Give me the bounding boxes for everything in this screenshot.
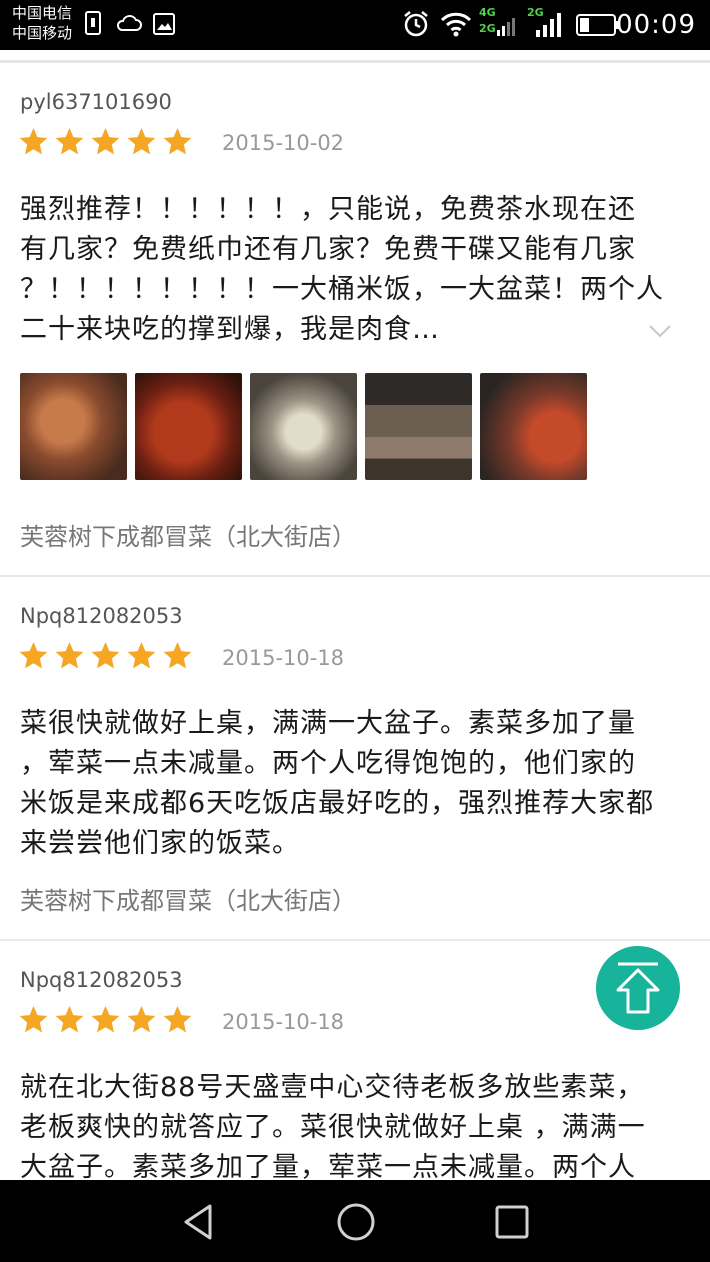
- network-2g-label-a: 2G: [479, 22, 496, 35]
- shop-name[interactable]: 芙蓉树下成都冒菜（北大街店）: [20, 881, 356, 916]
- clock: 00:09: [616, 10, 696, 40]
- review-divider: [0, 939, 710, 941]
- review-text[interactable]: 就在北大街88号天盛壹中心交待老板多放些素菜， 老板爽快的就答应了。菜很快就做好…: [20, 1068, 688, 1188]
- review-text-line: 菜很快就做好上桌，满满一大盆子。素菜多加了量: [20, 708, 636, 739]
- review-username[interactable]: pyl637101690: [20, 90, 172, 114]
- star-icon: [163, 1005, 192, 1033]
- top-divider: [0, 60, 710, 63]
- dish-photo-5[interactable]: [480, 373, 587, 480]
- dish-photo-2[interactable]: [135, 373, 242, 480]
- image-icon: [153, 13, 175, 35]
- chevron-down-icon[interactable]: [648, 323, 672, 339]
- home-circle-icon[interactable]: [336, 1202, 376, 1242]
- star-rating: [18, 1004, 193, 1035]
- back-triangle-icon[interactable]: [180, 1202, 216, 1242]
- navigation-bar: [0, 1180, 710, 1262]
- review-text[interactable]: 菜很快就做好上桌，满满一大盆子。素菜多加了量 ，荤菜一点未减量。两个人吃得饱饱的…: [20, 704, 688, 864]
- star-icon: [91, 1005, 120, 1033]
- star-rating: [18, 640, 193, 671]
- star-icon: [91, 127, 120, 155]
- alarm-icon: [404, 11, 428, 37]
- signal-icon-sim2: [536, 13, 561, 37]
- star-icon: [19, 1005, 48, 1033]
- review-text-line: 老板爽快的就答应了。菜很快就做好上桌 ，满满一: [20, 1112, 646, 1143]
- dish-photo-1[interactable]: [20, 373, 127, 480]
- review-text-line: 就在北大街88号天盛壹中心交待老板多放些素菜，: [20, 1072, 645, 1103]
- review-text-line: ，荤菜一点未减量。两个人吃得饱饱的，他们家的: [20, 748, 636, 779]
- review-text[interactable]: 强烈推荐！！！！！！，只能说，免费茶水现在还 有几家？免费纸巾还有几家？免费干碟…: [20, 190, 688, 350]
- carrier-2: 中国移动: [12, 24, 73, 42]
- shop-name[interactable]: 芙蓉树下成都冒菜（北大街店）: [20, 517, 356, 552]
- star-icon: [163, 127, 192, 155]
- scroll-to-top-icon: [616, 962, 660, 1014]
- dish-photo-4[interactable]: [365, 373, 472, 480]
- review-text-line: 二十来块吃的撑到爆，我是肉食…: [20, 314, 440, 345]
- network-4g-label: 4G: [479, 6, 496, 19]
- review-text-line: ？！！！！！！！！一大桶米饭，一大盆菜！两个人: [20, 274, 664, 305]
- review-date: 2015-10-18: [222, 1010, 345, 1034]
- wifi-icon: [440, 12, 472, 37]
- review-photos: [20, 373, 587, 480]
- review-username[interactable]: Npq812082053: [20, 604, 183, 628]
- review-date: 2015-10-18: [222, 646, 345, 670]
- cloud-icon: [116, 15, 142, 31]
- star-icon: [91, 641, 120, 669]
- review-text-line: 米饭是来成都6天吃饭店最好吃的，强烈推荐大家都: [20, 788, 655, 819]
- review-date: 2015-10-02: [222, 131, 345, 155]
- carrier-1: 中国电信: [12, 4, 73, 22]
- review-text-line: 有几家？免费纸巾还有几家？免费干碟又能有几家: [20, 234, 636, 265]
- star-icon: [127, 127, 156, 155]
- review-username[interactable]: Npq812082053: [20, 968, 183, 992]
- star-icon: [55, 1005, 84, 1033]
- star-icon: [55, 127, 84, 155]
- star-icon: [55, 641, 84, 669]
- star-icon: [163, 641, 192, 669]
- scroll-to-top-button[interactable]: [596, 946, 680, 1030]
- signal-icon-sim1: [497, 18, 515, 36]
- review-divider: [0, 575, 710, 577]
- dish-photo-3[interactable]: [250, 373, 357, 480]
- status-bar: 中国电信 中国移动 4G 2G 2G 00:09: [0, 0, 710, 50]
- battery-icon: [576, 14, 619, 36]
- review-text-line: 来尝尝他们家的饭菜。: [20, 828, 300, 859]
- star-rating: [18, 126, 193, 157]
- recents-square-icon[interactable]: [494, 1204, 530, 1240]
- star-icon: [19, 127, 48, 155]
- review-text-line: 强烈推荐！！！！！！，只能说，免费茶水现在还: [20, 194, 636, 225]
- phone-icon: [85, 11, 101, 35]
- star-icon: [127, 641, 156, 669]
- carrier-labels: 中国电信 中国移动: [12, 3, 72, 43]
- star-icon: [19, 641, 48, 669]
- star-icon: [127, 1005, 156, 1033]
